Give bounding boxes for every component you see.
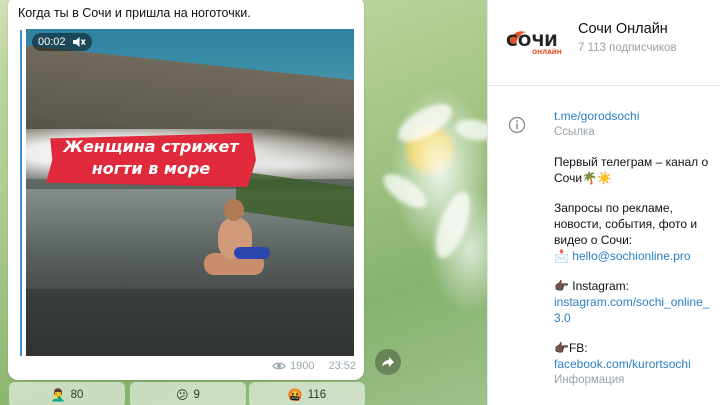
message-meta: 1900 23:52: [272, 360, 356, 372]
video-player[interactable]: Женщина стрижет ногти в море 00:02: [26, 29, 354, 356]
share-button[interactable]: [375, 349, 401, 375]
quote-bar: [20, 30, 22, 356]
video-timer-text: 00:02: [38, 36, 66, 48]
description-line-2: Запросы по рекламе, новости, события, фо…: [554, 201, 698, 247]
svg-text:ОНЛАЙН: ОНЛАЙН: [532, 48, 562, 56]
channel-description: t.me/gorodsochi Ссылка Первый телеграм –…: [554, 108, 714, 388]
angry-emoji-icon: 🤬: [287, 388, 303, 402]
message-caption: Когда ты в Сочи и пришла на ноготочки.: [18, 6, 251, 20]
channel-info-panel: СОЧИ ОНЛАЙН Сочи Онлайн 7 113 подписчико…: [487, 0, 720, 405]
fb-label: 👉🏿FB:: [554, 341, 588, 355]
svg-text:СОЧИ: СОЧИ: [506, 31, 558, 50]
reaction-count: 80: [70, 389, 84, 401]
instagram-label: 👉🏿 Instagram:: [554, 279, 629, 293]
channel-link[interactable]: t.me/gorodsochi: [554, 108, 714, 124]
message-bubble: Когда ты в Сочи и пришла на ноготочки. Ж…: [8, 0, 364, 380]
video-timer[interactable]: 00:02: [32, 33, 92, 51]
muted-speaker-icon[interactable]: [72, 36, 86, 48]
reaction-angry[interactable]: 🤬 116: [249, 382, 365, 405]
description-line-1: Первый телеграм – канал о Сочи🌴☀️: [554, 155, 709, 185]
channel-header: СОЧИ ОНЛАЙН Сочи Онлайн 7 113 подписчико…: [488, 0, 720, 86]
instagram-link[interactable]: instagram.com/sochi_online_3.0: [554, 294, 714, 326]
subscriber-count: 7 113 подписчиков: [578, 42, 677, 54]
channel-logo: СОЧИ ОНЛАЙН: [506, 31, 562, 56]
info-icon: [508, 116, 526, 134]
message-time: 23:52: [328, 360, 356, 372]
mail-icon: 📩: [554, 249, 569, 263]
reaction-count: 9: [193, 389, 200, 401]
video-banner-line-1: Женщина стрижет: [63, 137, 239, 156]
reaction-confused[interactable]: 😕 9: [130, 382, 246, 405]
video-frame-person: [204, 199, 274, 279]
reaction-facepalm[interactable]: 🤦‍♂️ 80: [9, 382, 125, 405]
facepalm-emoji-icon: 🤦‍♂️: [50, 388, 66, 402]
channel-link-label: Ссылка: [554, 126, 595, 138]
share-arrow-icon: [382, 357, 394, 367]
confused-emoji-icon: 😕: [176, 388, 189, 402]
channel-title: Сочи Онлайн: [578, 21, 668, 37]
eye-icon: [272, 362, 286, 370]
reaction-count: 116: [307, 389, 327, 401]
fb-link[interactable]: facebook.com/kurortsochi: [554, 356, 714, 372]
video-banner-line-2: ногти в море: [91, 159, 211, 178]
info-label: Информация: [554, 374, 625, 386]
view-count: 1900: [289, 360, 315, 372]
email-link[interactable]: hello@sochionline.pro: [572, 249, 690, 263]
